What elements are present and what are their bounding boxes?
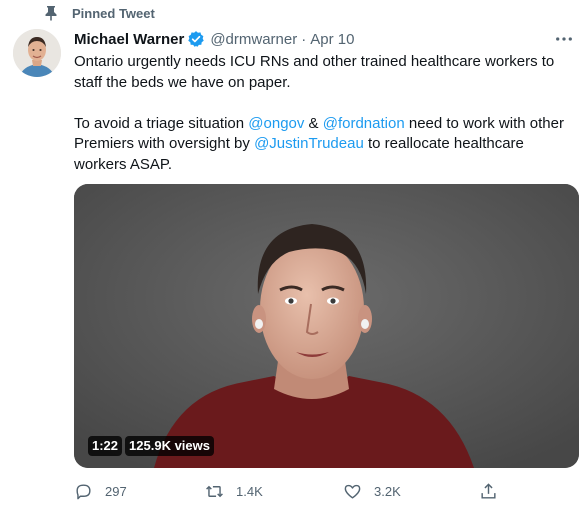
tweet-paragraph-2: To avoid a triage situation @ongov & @fo… [74, 114, 579, 176]
retweet-icon [206, 485, 223, 497]
share-icon [481, 482, 496, 499]
tweet-header: Michael Warner @drmwarner · Apr 10 [74, 28, 577, 50]
mention-justintrudeau[interactable]: @JustinTrudeau [254, 135, 364, 152]
pin-icon [44, 5, 58, 21]
tweet-text: Ontario urgently needs ICU RNs and other… [74, 52, 579, 175]
reply-icon [76, 483, 91, 499]
video-duration: 1:22 [88, 436, 123, 456]
video-views: 125.9K views [125, 436, 214, 456]
retweet-button[interactable]: 1.4K [205, 480, 263, 502]
like-count: 3.2K [374, 483, 401, 499]
like-button[interactable]: 3.2K [343, 480, 401, 502]
author-name[interactable]: Michael Warner [74, 31, 184, 48]
pinned-text: Pinned Tweet [72, 5, 155, 21]
tweet-paragraph-1: Ontario urgently needs ICU RNs and other… [74, 53, 555, 91]
text-segment: To avoid a triage situation [74, 114, 249, 132]
retweet-count: 1.4K [236, 483, 263, 499]
author-handle[interactable]: @drmwarner [210, 31, 297, 48]
video-overlay: 1:22 125.9K views [88, 436, 214, 456]
video-player[interactable]: 1:22 125.9K views [74, 184, 579, 468]
header-separator: · [301, 30, 307, 48]
pinned-tweet-label: Pinned Tweet [44, 3, 155, 23]
avatar[interactable] [13, 29, 61, 77]
heart-icon [344, 484, 361, 499]
verified-badge-icon [187, 30, 205, 48]
tweet-actions: 297 1.4K 3.2K [74, 480, 504, 502]
share-button[interactable] [479, 480, 510, 502]
reply-count: 297 [105, 483, 127, 499]
video-frame [74, 184, 579, 468]
more-options-icon[interactable] [551, 28, 577, 50]
reply-button[interactable]: 297 [74, 480, 127, 502]
mention-ongov[interactable]: @ongov [248, 115, 304, 132]
tweet-date[interactable]: Apr 10 [310, 31, 354, 48]
text-segment: & [304, 114, 323, 132]
mention-fordnation[interactable]: @fordnation [323, 115, 405, 132]
